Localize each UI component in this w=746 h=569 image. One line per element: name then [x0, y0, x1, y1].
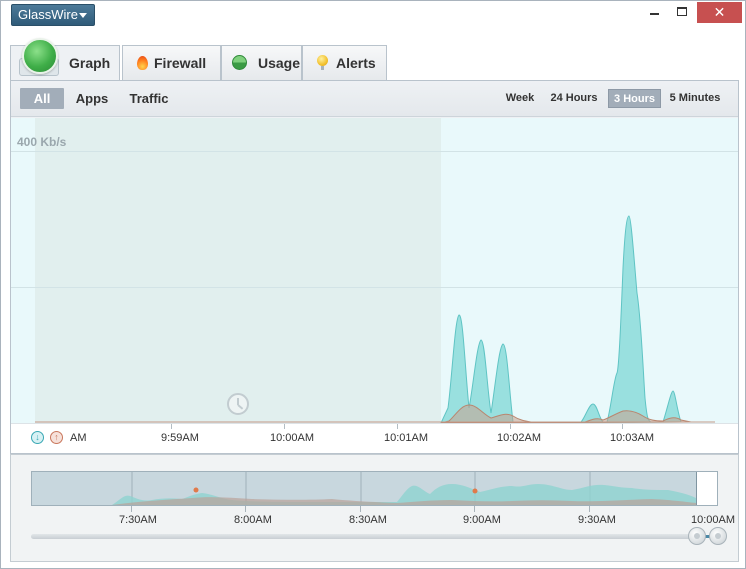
close-icon: ✕: [713, 4, 726, 20]
time-axis: ↓ ↑ AM 9:59AM 10:00AM 10:01AM 10:02AM 10…: [11, 423, 738, 453]
timeline-tick: [360, 506, 361, 512]
range-3-hours-button[interactable]: 3 Hours: [608, 89, 661, 108]
chevron-down-icon: [79, 13, 87, 18]
axis-tick: [171, 424, 172, 429]
tab-firewall[interactable]: Firewall: [122, 45, 221, 80]
timeline-mini-graph[interactable]: [31, 471, 718, 506]
axis-label-1001: 10:01AM: [384, 432, 429, 444]
pie-chart-icon: [232, 55, 247, 70]
axis-tick: [284, 424, 285, 429]
download-traffic-area: [440, 215, 682, 423]
axis-label-1002: 10:02AM: [497, 432, 542, 444]
axis-label-am: AM: [70, 432, 87, 444]
timeline-label-0830: 8:30AM: [349, 514, 387, 526]
mini-graph-svg: [32, 472, 696, 505]
timeline-tick: [589, 506, 590, 512]
timeline-selection-window[interactable]: [696, 472, 717, 505]
upload-legend-icon[interactable]: ↑: [50, 431, 63, 444]
tab-alerts[interactable]: Alerts: [302, 45, 387, 80]
mini-event-dot: [193, 487, 199, 493]
bell-icon: [317, 55, 328, 70]
graph-panel: All Apps Traffic Week 24 Hours 3 Hours 5…: [10, 80, 739, 454]
timeline-tick: [474, 506, 475, 512]
traffic-graph-svg: [35, 215, 715, 423]
tab-graph-label: Graph: [69, 55, 111, 71]
maximize-icon: [677, 7, 687, 16]
timeline-scrollbar[interactable]: [31, 534, 701, 539]
filter-traffic-button[interactable]: Traffic: [123, 88, 175, 109]
timeline-label-0800: 8:00AM: [234, 514, 272, 526]
timeline-label-0930: 9:30AM: [578, 514, 616, 526]
axis-tick: [397, 424, 398, 429]
close-button[interactable]: ✕: [697, 2, 742, 23]
globe-icon: [22, 38, 58, 74]
glasswire-window: GlassWire ✕ Graph Firewall Usage Alerts …: [0, 0, 746, 569]
tab-alerts-label: Alerts: [336, 55, 376, 71]
timeline-right-handle[interactable]: [709, 527, 727, 545]
timeline-navigator: 7:30AM 8:00AM 8:30AM 9:00AM 9:30AM 10:00…: [10, 454, 739, 562]
mini-event-dot: [472, 488, 478, 494]
timeline-label-0730: 7:30AM: [119, 514, 157, 526]
range-24-hours-button[interactable]: 24 Hours: [547, 89, 601, 108]
timeline-label-1000: 10:00AM: [691, 514, 736, 526]
filter-apps-button[interactable]: Apps: [71, 88, 113, 109]
filter-bar: All Apps Traffic Week 24 Hours 3 Hours 5…: [11, 81, 738, 117]
filter-all-button[interactable]: All: [20, 88, 64, 109]
clock-icon[interactable]: [227, 393, 249, 415]
range-week-button[interactable]: Week: [500, 89, 540, 108]
minimize-icon: [650, 13, 659, 15]
axis-tick: [510, 424, 511, 429]
axis-label-1003: 10:03AM: [610, 432, 655, 444]
tab-graph[interactable]: Graph: [10, 38, 120, 81]
axis-label-1000: 10:00AM: [270, 432, 315, 444]
timeline-label-0900: 9:00AM: [463, 514, 501, 526]
timeline-left-handle[interactable]: [688, 527, 706, 545]
tab-usage-label: Usage: [258, 55, 301, 71]
tab-firewall-label: Firewall: [154, 55, 207, 71]
timeline-tick: [245, 506, 246, 512]
axis-label-0959: 9:59AM: [161, 432, 199, 444]
timeline-tick: [131, 506, 132, 512]
app-menu-label: GlassWire: [18, 7, 78, 22]
app-menu-button[interactable]: GlassWire: [11, 4, 95, 26]
maximize-button[interactable]: [669, 2, 695, 23]
axis-tick: [622, 424, 623, 429]
minimize-button[interactable]: [641, 2, 667, 23]
traffic-graph[interactable]: 400 Kb/s: [11, 118, 738, 423]
range-5-minutes-button[interactable]: 5 Minutes: [666, 89, 724, 108]
tab-usage[interactable]: Usage: [221, 45, 302, 80]
download-legend-icon[interactable]: ↓: [31, 431, 44, 444]
flame-icon: [137, 56, 148, 70]
